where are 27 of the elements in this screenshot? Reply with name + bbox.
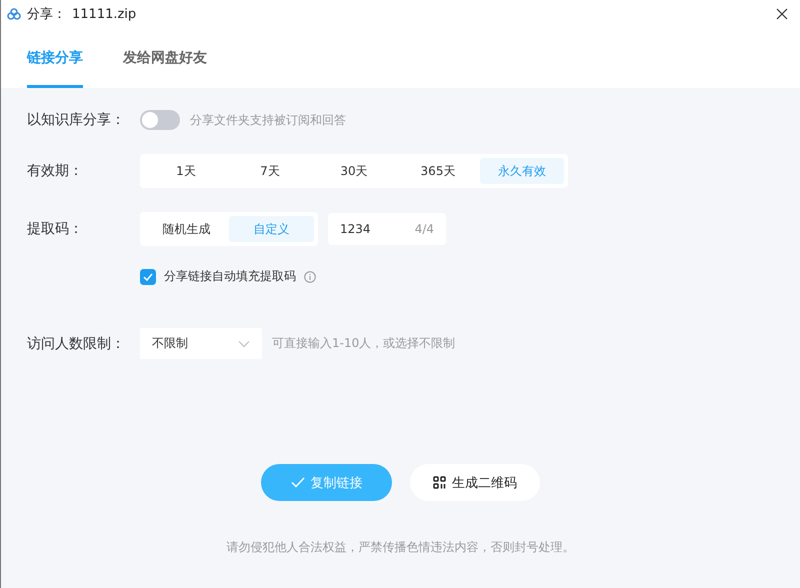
- field-label: 提取码：: [27, 220, 84, 238]
- hint-text: 可直接输入1-10人，或选择不限制: [272, 335, 456, 352]
- tab[interactable]: 发给网盘好友: [123, 28, 207, 88]
- toggle-switch[interactable]: [140, 110, 180, 130]
- limit-dropdown[interactable]: 不限制: [140, 328, 262, 359]
- hint-text: 分享文件夹支持被订阅和回答: [190, 112, 346, 128]
- info-icon[interactable]: [304, 270, 316, 282]
- field-label: 以知识库分享：: [27, 111, 126, 129]
- code-input-field[interactable]: 1234 4/4: [328, 213, 446, 245]
- segment-option[interactable]: 30天: [312, 158, 396, 184]
- field-label: 访问人数限制：: [27, 334, 126, 352]
- qr-code-button[interactable]: 生成二维码: [410, 464, 540, 501]
- qr-code-icon: [433, 476, 446, 489]
- segment-option[interactable]: 1天: [144, 158, 228, 184]
- segment-option[interactable]: 随机生成: [144, 216, 229, 242]
- cloud-logo-icon: [7, 8, 21, 20]
- segment-option[interactable]: 365天: [396, 158, 480, 184]
- check-icon: [290, 477, 304, 488]
- segment-option[interactable]: 7天: [228, 158, 312, 184]
- checkbox-label: 分享链接自动填充提取码: [164, 268, 296, 285]
- file-name: 11111.zip: [72, 6, 136, 22]
- footer-notice: 请勿侵犯他人合法权益，严禁传播色情违法内容，否则封号处理。: [226, 539, 576, 556]
- window-title: 分享：: [27, 6, 66, 23]
- checkbox[interactable]: [140, 268, 156, 284]
- field-label: 有效期：: [27, 162, 84, 180]
- chevron-down-icon: [238, 340, 250, 348]
- close-icon[interactable]: [776, 8, 788, 20]
